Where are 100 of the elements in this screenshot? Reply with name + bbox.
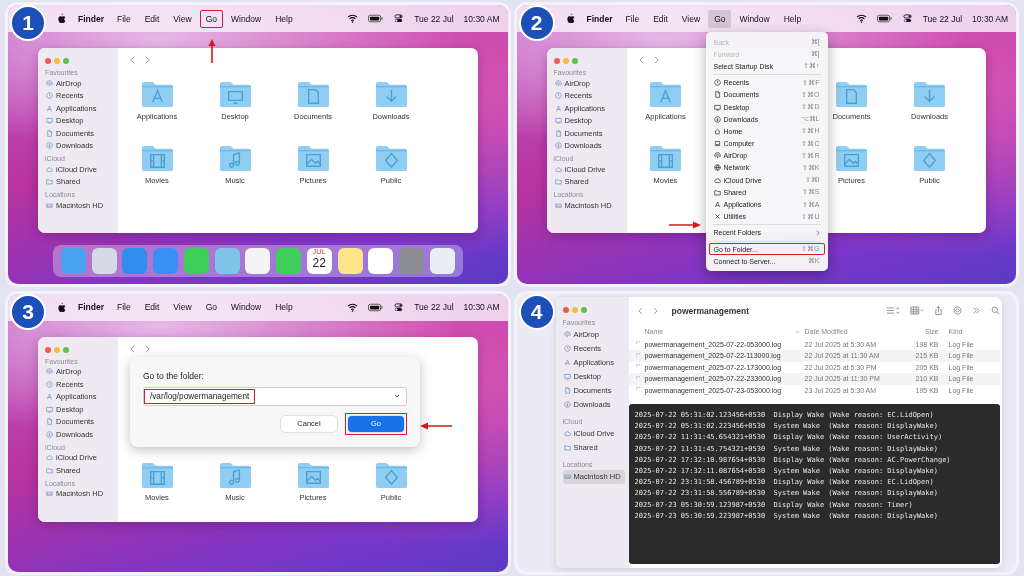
app-name[interactable]: Finder bbox=[586, 13, 613, 24]
menu-bar-date[interactable]: Tue 22 Jul bbox=[414, 13, 454, 24]
battery-icon[interactable] bbox=[368, 302, 384, 312]
menu-bar-time[interactable]: 10:30 AM bbox=[972, 13, 1008, 24]
folder-path-field[interactable]: /var/log/powermanagement bbox=[143, 386, 407, 406]
folder-icon[interactable] bbox=[835, 144, 868, 173]
pointer-arrow bbox=[668, 221, 701, 229]
document-icon bbox=[554, 129, 562, 137]
wifi-icon[interactable] bbox=[347, 14, 359, 23]
grid-view-icon[interactable] bbox=[910, 306, 924, 315]
share-icon[interactable] bbox=[934, 306, 943, 315]
close-button[interactable] bbox=[45, 58, 51, 64]
apple-icon[interactable] bbox=[57, 13, 66, 24]
folder-icon[interactable] bbox=[913, 80, 946, 109]
cloud-icon bbox=[713, 176, 721, 184]
forward-chevron-icon[interactable] bbox=[653, 56, 659, 64]
battery-icon[interactable] bbox=[876, 14, 892, 23]
menu-bar-item[interactable]: View bbox=[675, 9, 707, 28]
list-view-icon[interactable] bbox=[886, 306, 900, 315]
dropdown-chevron-icon[interactable] bbox=[394, 394, 400, 398]
folder-icon[interactable] bbox=[218, 80, 252, 109]
toggles-icon[interactable] bbox=[393, 302, 405, 312]
menu-bar-item[interactable]: Window bbox=[224, 298, 268, 316]
search-icon[interactable] bbox=[991, 306, 1000, 315]
tools-icon bbox=[713, 213, 721, 221]
monitor-icon bbox=[713, 103, 721, 111]
wifi-icon[interactable] bbox=[855, 14, 867, 23]
apps-icon bbox=[713, 201, 721, 209]
battery-icon[interactable] bbox=[368, 14, 384, 23]
clock-icon bbox=[554, 92, 562, 100]
zoom-button[interactable] bbox=[63, 346, 69, 353]
folder-icon[interactable] bbox=[296, 144, 330, 173]
folder-icon[interactable] bbox=[140, 144, 174, 173]
folder-icon[interactable] bbox=[913, 144, 946, 173]
back-chevron-icon[interactable] bbox=[637, 306, 643, 315]
close-button[interactable] bbox=[45, 346, 51, 353]
app-name[interactable]: Finder bbox=[78, 302, 104, 312]
folder-icon[interactable] bbox=[374, 80, 408, 109]
forward-chevron-icon[interactable] bbox=[652, 306, 658, 315]
menu-bar-item[interactable]: View bbox=[167, 298, 198, 316]
menu-bar-item[interactable]: Help bbox=[777, 9, 808, 28]
zoom-button[interactable] bbox=[63, 58, 69, 64]
menu-bar-item[interactable]: Help bbox=[269, 9, 299, 28]
sort-caret-icon[interactable] bbox=[794, 329, 800, 334]
pointer-arrow bbox=[208, 39, 216, 63]
clock-icon bbox=[563, 345, 571, 352]
more-chevrons-icon[interactable] bbox=[972, 306, 981, 315]
apple-icon[interactable] bbox=[565, 13, 575, 24]
zoom-button[interactable] bbox=[571, 58, 578, 64]
app-name[interactable]: Finder bbox=[78, 13, 104, 24]
menu-bar-item[interactable]: Edit bbox=[647, 9, 674, 28]
close-button[interactable] bbox=[562, 306, 569, 313]
menu-bar-item[interactable]: Go bbox=[199, 9, 223, 28]
minimize-button[interactable] bbox=[562, 58, 569, 64]
menu-bar-item[interactable]: Go bbox=[199, 298, 223, 316]
submenu-chevron-icon bbox=[815, 229, 820, 236]
menu-bar-item[interactable]: File bbox=[111, 9, 137, 28]
apple-icon[interactable] bbox=[57, 301, 66, 313]
clock-icon bbox=[46, 380, 53, 388]
signal-waves-icon bbox=[713, 152, 721, 160]
folder-icon[interactable] bbox=[140, 460, 174, 490]
menu-bar-item[interactable]: Edit bbox=[138, 298, 166, 316]
folder-icon[interactable] bbox=[296, 80, 330, 109]
menu-bar-time[interactable]: 10:30 AM bbox=[463, 13, 500, 24]
clock-icon bbox=[713, 79, 721, 87]
folder-icon[interactable] bbox=[218, 144, 252, 173]
folder-icon[interactable] bbox=[296, 460, 330, 490]
minimize-button[interactable] bbox=[54, 346, 60, 353]
menu-bar-time[interactable]: 10:30 AM bbox=[463, 302, 500, 312]
menu-bar-item[interactable]: View bbox=[167, 9, 198, 28]
menu-bar-item[interactable]: Window bbox=[733, 9, 776, 28]
back-chevron-icon[interactable] bbox=[130, 344, 135, 353]
menu-bar-date[interactable]: Tue 22 Jul bbox=[414, 302, 454, 312]
minimize-button[interactable] bbox=[571, 306, 578, 313]
menu-bar-item[interactable]: Go bbox=[708, 9, 732, 28]
close-button[interactable] bbox=[553, 58, 560, 64]
folder-icon[interactable] bbox=[374, 144, 408, 173]
menu-bar-date[interactable]: Tue 22 Jul bbox=[922, 13, 963, 24]
folder-icon[interactable] bbox=[835, 80, 868, 109]
folder-icon[interactable] bbox=[649, 144, 682, 173]
folder-icon[interactable] bbox=[649, 80, 682, 109]
tag-icon[interactable] bbox=[953, 306, 962, 315]
zoom-button[interactable] bbox=[580, 306, 587, 313]
menu-bar-item[interactable]: File bbox=[111, 298, 137, 316]
folder-icon[interactable] bbox=[140, 80, 174, 109]
back-chevron-icon[interactable] bbox=[638, 56, 644, 64]
apps-icon bbox=[563, 359, 571, 366]
window-title: powermanagement bbox=[671, 305, 749, 316]
folder-icon[interactable] bbox=[374, 460, 408, 490]
wifi-icon[interactable] bbox=[347, 302, 359, 312]
forward-chevron-icon[interactable] bbox=[145, 56, 150, 64]
menu-bar-item[interactable]: File bbox=[619, 9, 646, 28]
menu-bar-item[interactable]: Edit bbox=[138, 9, 166, 28]
menu-bar-item[interactable]: Window bbox=[224, 9, 268, 28]
folder-icon[interactable] bbox=[218, 460, 252, 490]
toggles-icon[interactable] bbox=[901, 14, 913, 23]
menu-bar-item[interactable]: Help bbox=[269, 298, 299, 316]
back-chevron-icon[interactable] bbox=[130, 56, 135, 64]
forward-chevron-icon[interactable] bbox=[145, 344, 150, 353]
toggles-icon[interactable] bbox=[393, 14, 405, 23]
